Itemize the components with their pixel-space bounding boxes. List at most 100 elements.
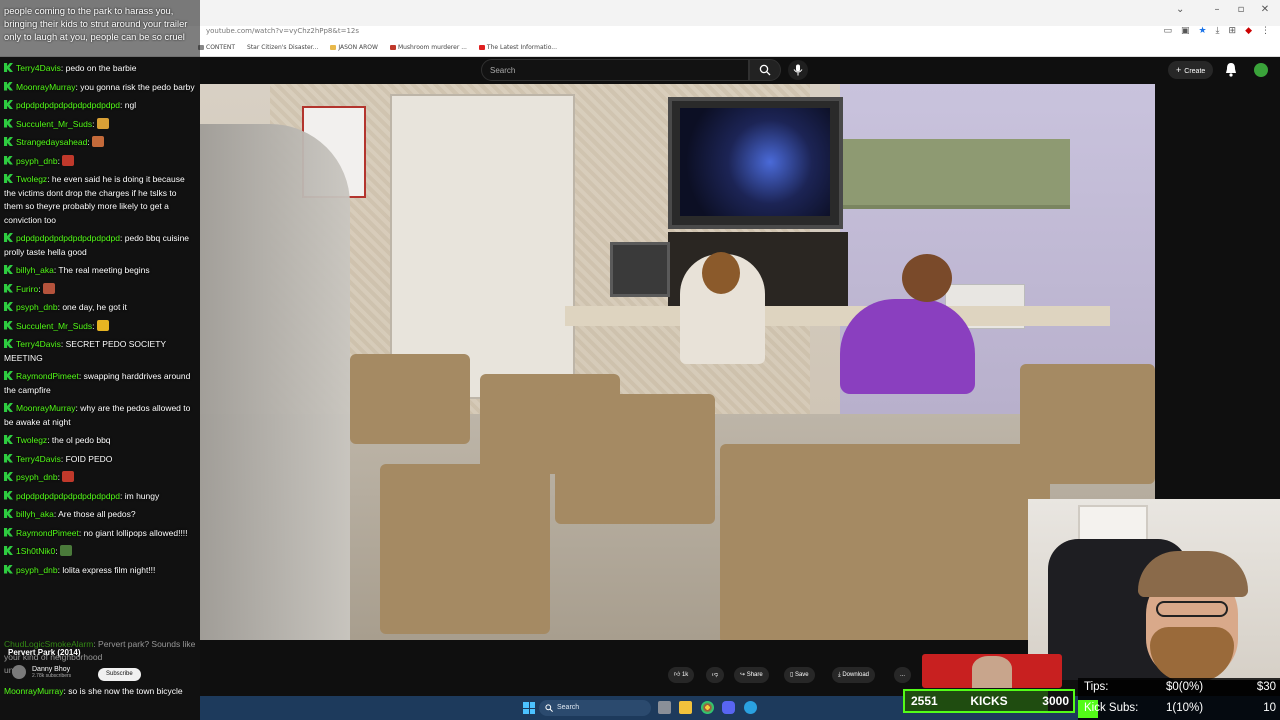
chat-username[interactable]: psyph_dnb: [16, 565, 58, 575]
chat-message: Twolegz: the ol pedo bbq: [4, 434, 196, 448]
picture-in-picture-icon[interactable]: ▣: [1181, 26, 1190, 36]
search-input[interactable]: Search: [481, 59, 749, 81]
chat-username[interactable]: Furiro: [16, 284, 38, 294]
chat-username[interactable]: Succulent_Mr_Suds: [16, 321, 92, 331]
chat-username[interactable]: RaymondPimeet: [16, 528, 79, 538]
bookmark-star-icon[interactable]: ★: [1198, 26, 1206, 36]
chat-username[interactable]: MoonrayMurray: [16, 82, 76, 92]
save-button[interactable]: ▯ Save: [784, 667, 815, 683]
chat-username[interactable]: RaymondPimeet: [16, 371, 79, 381]
bookmark-item[interactable]: The Latest Informatio...: [478, 44, 557, 51]
chat-message: RaymondPimeet: swapping harddrives aroun…: [4, 371, 191, 395]
chat-message-list: Terry4Davis: pedo on the barbie MoonrayMu…: [0, 62, 200, 582]
chat-username[interactable]: Terry4Davis: [16, 454, 61, 464]
chat-message: billyh_aka: Are those all pedos?: [4, 508, 196, 522]
chrome-icon[interactable]: [701, 701, 714, 714]
file-explorer-icon[interactable]: [679, 701, 692, 714]
chat-text: the ol pedo bbq: [51, 435, 111, 445]
bookmark-item[interactable]: Mushroom murderer ...: [389, 44, 467, 51]
chat-username[interactable]: pdpdpdpdpdpdpdpdpdpdpd: [16, 491, 120, 501]
minimize-icon[interactable]: –: [1210, 4, 1224, 15]
chat-username[interactable]: 1Sh0tNik0: [16, 546, 55, 556]
extensions-icon[interactable]: ⊞: [1229, 26, 1237, 36]
more-actions-button[interactable]: ...: [894, 667, 912, 683]
video-player[interactable]: [200, 84, 1155, 640]
taskbar-search-box[interactable]: Search: [539, 700, 651, 716]
chat-username[interactable]: MoonrayMurray: [16, 403, 76, 413]
subs-goal: 10: [1263, 702, 1276, 714]
close-icon[interactable]: ✕: [1258, 4, 1272, 15]
chat-username[interactable]: Strangedaysahead: [16, 137, 87, 147]
dislike-button[interactable]: 👎︎: [706, 667, 725, 683]
subscribe-button[interactable]: Subscribe: [98, 668, 141, 681]
kick-badge-icon: [4, 63, 13, 72]
chat-pinned-text: people coming to the park to harass you,…: [4, 5, 188, 42]
create-button[interactable]: + Create: [1168, 61, 1214, 79]
tips-goal: $30: [1256, 681, 1276, 693]
chat-username[interactable]: pdpdpdpdpdpdpdpdpdpdpd: [16, 233, 120, 243]
chat-message: RaymondPimeet: no giant lollipops allowe…: [4, 527, 196, 541]
like-button[interactable]: 👍︎ 1k: [668, 667, 695, 683]
notifications-bell-icon[interactable]: [1224, 62, 1238, 78]
download-button[interactable]: ⤓ Download: [832, 667, 876, 683]
chat-message: Furiro:: [4, 282, 196, 297]
kick-badge-icon: [4, 564, 13, 574]
like-count: 1k: [681, 672, 689, 678]
download-icon[interactable]: ⤓: [1216, 26, 1220, 36]
chat-message: Terry4Davis: FOID PEDO: [4, 453, 196, 467]
chat-username[interactable]: psyph_dnb: [16, 302, 58, 312]
chat-text: so is she now the town bicycle: [68, 686, 183, 696]
kick-badge-icon: [4, 509, 13, 518]
chat-username[interactable]: Twolegz: [16, 435, 47, 445]
extension-shield-icon[interactable]: ◆: [1245, 26, 1252, 36]
chat-message: 1Sh0tNik0:: [4, 545, 196, 559]
more-icon: ...: [900, 672, 906, 678]
bookmark-item[interactable]: CONTENT: [198, 44, 235, 51]
kick-badge-icon: [4, 118, 13, 128]
kick-badge-icon: [4, 265, 13, 274]
start-button-icon[interactable]: [523, 702, 535, 714]
video-title: Pervert Park (2014): [8, 648, 81, 657]
chat-text: pedo on the barbie: [65, 63, 137, 73]
bookmark-item[interactable]: Star Citizen's Disaster...: [247, 44, 318, 51]
thumbs-down-icon: 👎︎: [712, 672, 719, 678]
chat-username[interactable]: billyh_aka: [16, 509, 54, 519]
telegram-icon[interactable]: [744, 701, 757, 714]
create-label: Create: [1184, 68, 1206, 75]
discord-icon[interactable]: [722, 701, 735, 714]
chat-username[interactable]: Terry4Davis: [16, 339, 61, 349]
search-placeholder: Search: [490, 66, 516, 75]
chat-username[interactable]: pdpdpdpdpdpdpdpdpdpdpd: [16, 100, 120, 110]
bookmark-item[interactable]: JASON AROW: [330, 44, 378, 51]
chat-username[interactable]: Terry4Davis: [16, 63, 61, 73]
chat-message: Strangedaysahead:: [4, 136, 196, 150]
tips-value: $0(0%): [1166, 681, 1204, 693]
maximize-icon[interactable]: ▫: [1234, 4, 1248, 15]
chat-username[interactable]: billyh_aka: [16, 265, 54, 275]
url-text[interactable]: youtube.com/watch?v=vyChz2hPp8&t=12s: [206, 27, 359, 35]
chat-username[interactable]: Succulent_Mr_Suds: [16, 119, 92, 129]
chat-last-message: MoonrayMurray: so is she now the town bi…: [4, 686, 183, 696]
menu-kebab-icon[interactable]: ⋮: [1261, 26, 1270, 36]
chat-message: Succulent_Mr_Suds:: [4, 319, 196, 334]
task-view-icon[interactable]: [658, 701, 671, 714]
plus-icon: +: [1176, 65, 1182, 75]
screen-cast-icon[interactable]: ▭: [1163, 26, 1172, 36]
taskbar-search-label: Search: [557, 704, 580, 711]
tips-panel: Tips: $0(0%) $30 Kick Subs: 1(10%) 10: [1078, 678, 1280, 720]
account-avatar[interactable]: [1254, 63, 1268, 77]
chat-username[interactable]: psyph_dnb: [16, 472, 58, 482]
search-button[interactable]: [749, 59, 781, 81]
chat-message: pdpdpdpdpdpdpdpdpdpdpd: ngl: [4, 99, 196, 113]
chat-username[interactable]: Twolegz: [16, 174, 47, 184]
voice-search-button[interactable]: [788, 60, 808, 80]
tab-search-chevron-icon[interactable]: ⌄: [1176, 4, 1184, 15]
channel-avatar[interactable]: [12, 665, 26, 679]
window-controls: – ▫ ✕: [1210, 4, 1272, 15]
chat-username[interactable]: psyph_dnb: [16, 156, 58, 166]
chat-message: Terry4Davis: pedo on the barbie: [4, 62, 196, 76]
share-button[interactable]: ↪ Share: [734, 667, 769, 683]
channel-name[interactable]: Danny Bhoy: [32, 666, 71, 673]
address-bar-actions: ▭ ▣ ★ ⤓ ⊞ ◆ ⋮: [1163, 26, 1270, 36]
chat-message: MoonrayMurray: why are the pedos allowed…: [4, 403, 191, 427]
